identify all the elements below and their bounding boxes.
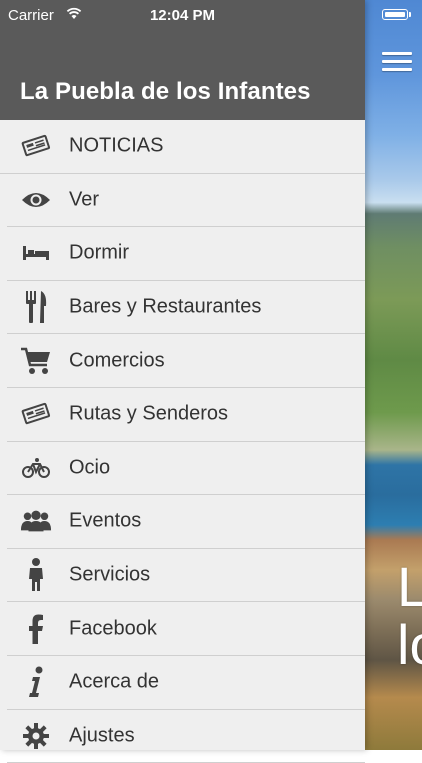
menu-item-facebook[interactable]: Facebook <box>7 602 365 656</box>
drawer-menu: NOTICIAS Ver Dormir Bares y Restaurantes <box>0 120 365 763</box>
eye-icon <box>20 184 52 216</box>
battery-tip <box>409 12 411 17</box>
status-time: 12:04 PM <box>149 7 216 24</box>
menu-item-label: NOTICIAS <box>69 134 164 157</box>
info-icon <box>20 666 52 698</box>
menu-item-label: Bares y Restaurantes <box>69 295 262 318</box>
background-photo: Llo <box>365 0 422 750</box>
menu-item-label: Eventos <box>69 509 142 532</box>
menu-item-acerca-de[interactable]: Acerca de <box>7 656 365 710</box>
menu-item-comercios[interactable]: Comercios <box>7 334 365 388</box>
menu-item-label: Ajustes <box>69 724 135 747</box>
facebook-icon <box>20 613 52 645</box>
group-icon <box>20 505 52 537</box>
menu-item-servicios[interactable]: Servicios <box>7 549 365 603</box>
battery-icon <box>382 9 408 20</box>
fork-knife-icon <box>20 291 52 324</box>
menu-item-ocio[interactable]: Ocio <box>7 442 365 496</box>
menu-item-label: Ver <box>69 188 100 211</box>
photo-overlay-text: Llo <box>397 555 422 676</box>
bed-icon <box>20 237 52 269</box>
gear-icon <box>20 720 52 752</box>
menu-item-label: Acerca de <box>69 670 160 693</box>
newspaper-icon <box>20 130 52 162</box>
drawer-header: Carrier 12:04 PM La Puebla de los Infant… <box>0 0 365 120</box>
menu-item-rutas-senderos[interactable]: Rutas y Senderos <box>7 388 365 442</box>
menu-item-label: Facebook <box>69 617 157 640</box>
app-title: La Puebla de los Infantes <box>20 78 311 105</box>
menu-item-ver[interactable]: Ver <box>7 174 365 228</box>
menu-item-dormir[interactable]: Dormir <box>7 227 365 281</box>
bicycle-icon <box>20 452 52 484</box>
menu-item-ajustes[interactable]: Ajustes <box>7 710 365 763</box>
hamburger-menu-icon[interactable] <box>382 52 412 72</box>
menu-item-label: Rutas y Senderos <box>69 402 228 425</box>
menu-item-eventos[interactable]: Eventos <box>7 495 365 549</box>
menu-item-label: Servicios <box>69 563 151 586</box>
menu-item-label: Ocio <box>69 456 111 479</box>
person-icon <box>20 558 52 592</box>
shopping-cart-icon <box>20 345 52 377</box>
side-drawer: Carrier 12:04 PM La Puebla de los Infant… <box>0 0 365 763</box>
menu-item-noticias[interactable]: NOTICIAS <box>0 120 365 174</box>
newspaper-icon <box>20 398 52 430</box>
menu-item-bares-restaurantes[interactable]: Bares y Restaurantes <box>7 281 365 335</box>
menu-item-label: Comercios <box>69 349 165 372</box>
menu-item-label: Dormir <box>69 241 129 264</box>
status-bar: Carrier 12:04 PM <box>0 0 365 30</box>
